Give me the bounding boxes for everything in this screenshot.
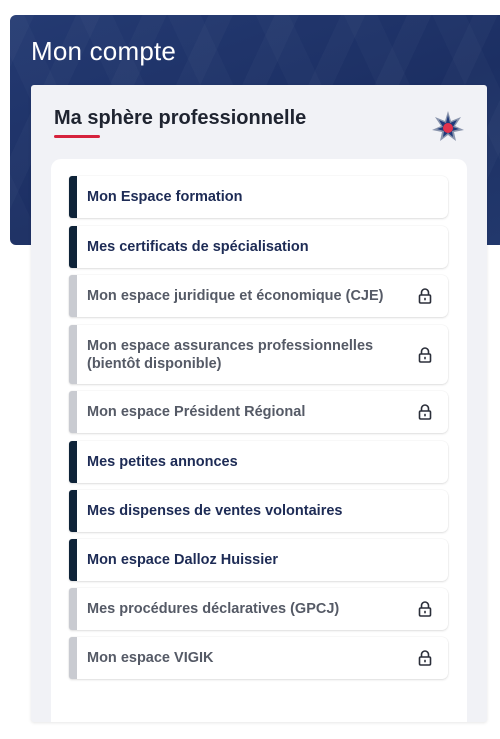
menu-item-label: Mon Espace formation bbox=[87, 189, 243, 205]
menu-list: Mon Espace formation Mes certificats de … bbox=[51, 159, 467, 722]
lock-icon bbox=[418, 346, 432, 363]
menu-item-label: Mon espace assurances professionnelles (… bbox=[87, 337, 374, 372]
menu-item-espace-formation[interactable]: Mon Espace formation bbox=[69, 176, 448, 218]
menu-item-procedures-declaratives[interactable]: Mes procédures déclaratives (GPCJ) bbox=[69, 588, 448, 630]
menu-item-label: Mon espace Président Régional bbox=[87, 404, 306, 420]
lock-icon bbox=[418, 288, 432, 304]
menu-item-dalloz-huissier[interactable]: Mon espace Dalloz Huissier bbox=[69, 539, 448, 581]
card-title: Ma sphère professionnelle bbox=[54, 107, 307, 129]
menu-item-label: Mon espace juridique et économique (CJE) bbox=[87, 288, 384, 304]
menu-item-petites-annonces[interactable]: Mes petites annonces bbox=[69, 441, 448, 483]
professional-sphere-card: Ma sphère professionnelle Mon Espace for… bbox=[31, 85, 487, 722]
menu-item-label: Mes certificats de spécialisation bbox=[87, 239, 309, 255]
menu-item-espace-vigik[interactable]: Mon espace VIGIK bbox=[69, 637, 448, 679]
page-title: Mon compte bbox=[31, 36, 177, 66]
title-underline bbox=[54, 135, 100, 138]
menu-item-label: Mes procédures déclaratives (GPCJ) bbox=[87, 601, 340, 617]
menu-item-espace-juridique[interactable]: Mon espace juridique et économique (CJE) bbox=[69, 275, 448, 317]
lock-icon bbox=[418, 650, 432, 666]
menu-item-label: Mon espace VIGIK bbox=[87, 650, 214, 666]
menu-item-certificats-specialisation[interactable]: Mes certificats de spécialisation bbox=[69, 226, 448, 268]
menu-item-label: Mes petites annonces bbox=[87, 454, 238, 470]
compass-star-emblem-icon bbox=[432, 111, 464, 141]
menu-item-espace-assurances[interactable]: Mon espace assurances professionnelles (… bbox=[69, 325, 448, 384]
lock-icon bbox=[418, 601, 432, 617]
menu-item-label: Mes dispenses de ventes volontaires bbox=[87, 503, 343, 519]
menu-item-espace-president-regional[interactable]: Mon espace Président Régional bbox=[69, 391, 448, 433]
lock-icon bbox=[418, 404, 432, 420]
menu-item-label: Mon espace Dalloz Huissier bbox=[87, 552, 278, 568]
menu-item-dispenses-ventes[interactable]: Mes dispenses de ventes volontaires bbox=[69, 490, 448, 532]
